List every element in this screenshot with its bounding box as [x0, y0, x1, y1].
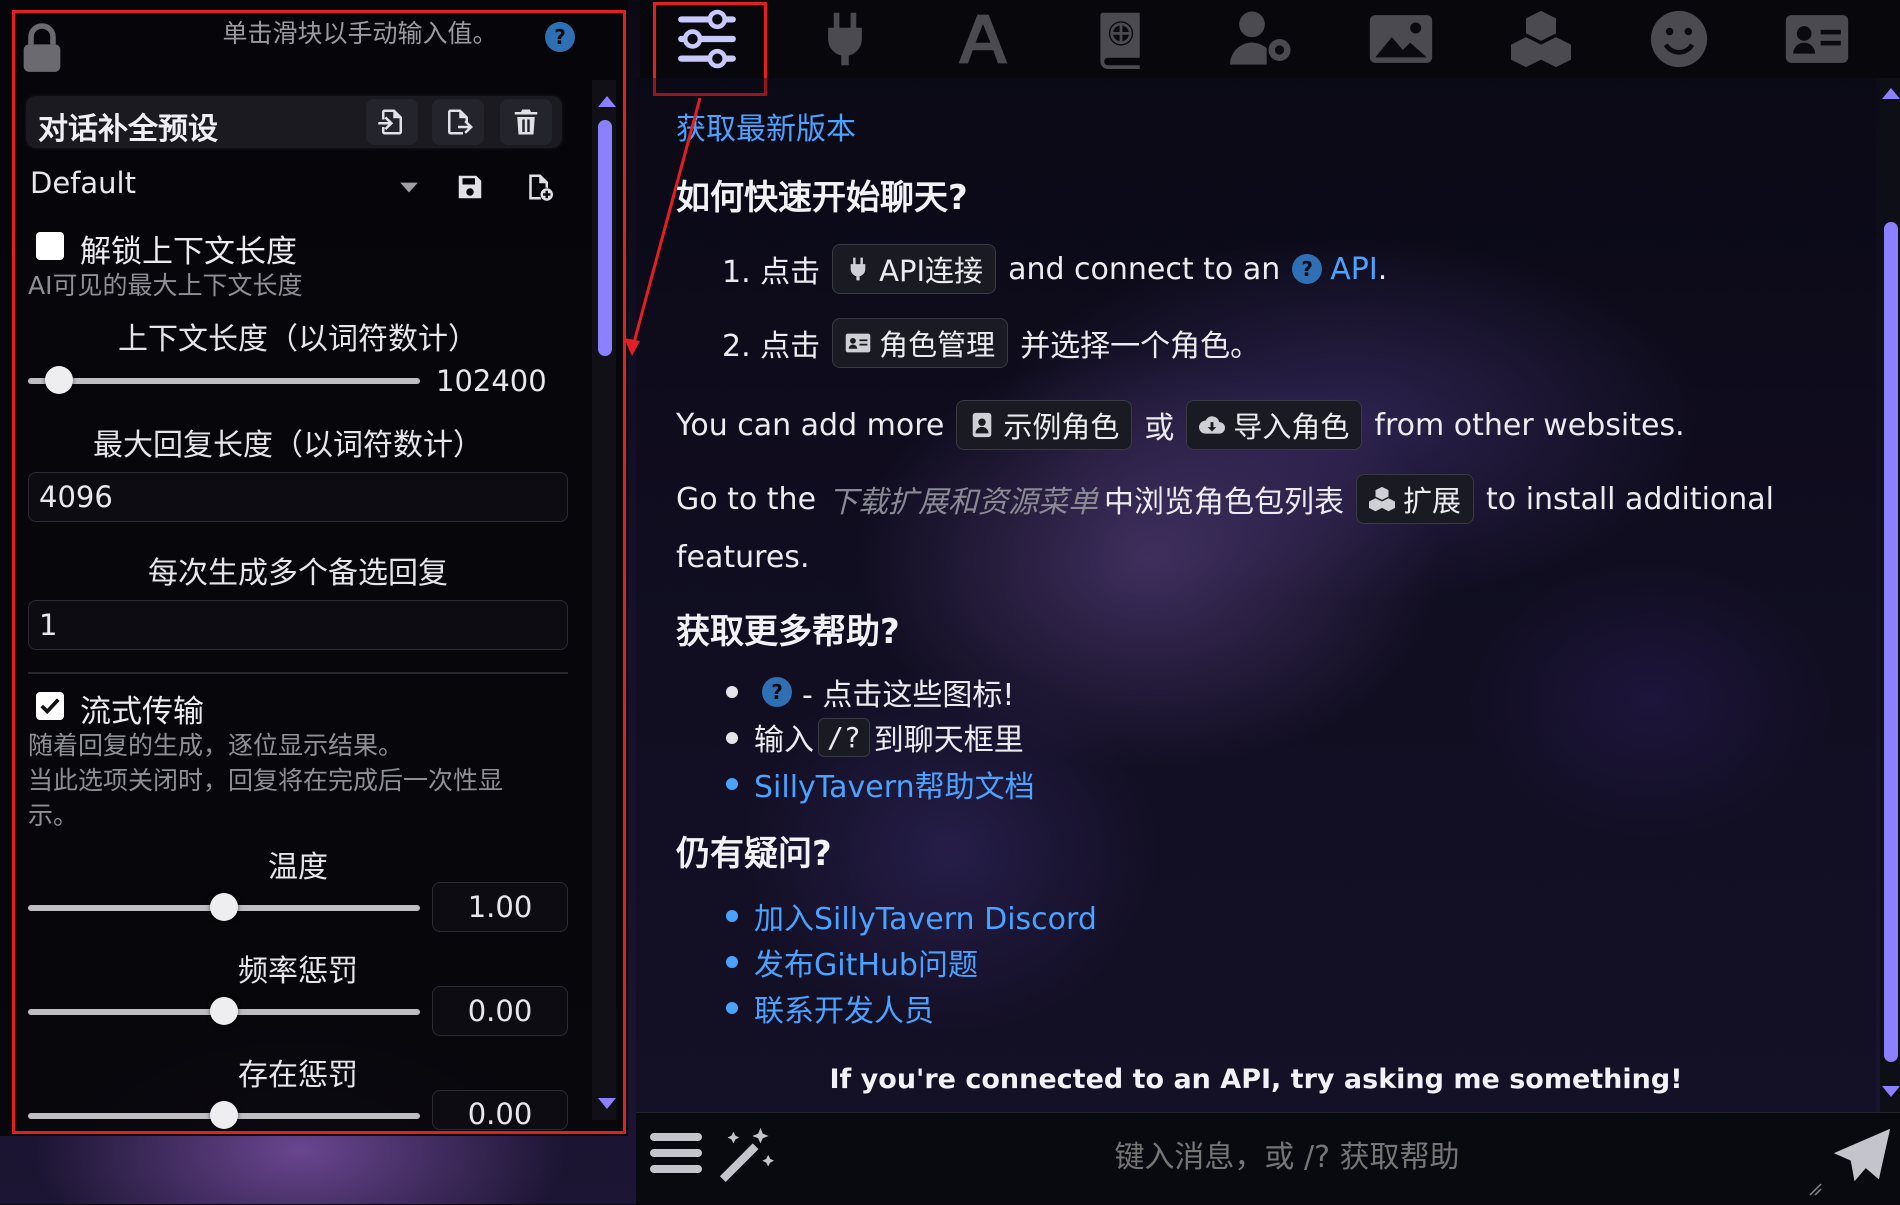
character-management-chip-label: 角色管理: [879, 328, 996, 362]
still-questions-heading: 仍有疑问?: [676, 834, 832, 874]
help-icon[interactable]: ?: [762, 677, 792, 707]
sample-characters-chip[interactable]: 示例角色: [956, 400, 1133, 450]
goto-suffix-line2: features.: [676, 540, 810, 575]
help-icon[interactable]: ?: [1292, 254, 1323, 284]
download-extensions-menu-text: 下载扩展和资源菜单: [828, 485, 1099, 520]
bullet: [726, 910, 738, 922]
message-input[interactable]: [760, 1126, 1814, 1188]
add-more-suffix: from other websites.: [1374, 407, 1685, 443]
help-bullet1-text: - 点击这些图标!: [802, 678, 1015, 713]
plug-icon: [850, 257, 866, 281]
bullet: [726, 778, 738, 790]
step1-end: .: [1377, 251, 1388, 287]
api-prompt-note: If you're connected to an API, try askin…: [829, 1064, 1683, 1095]
step1-middle-text: and connect to an: [1008, 251, 1281, 287]
bullet: [726, 1002, 738, 1014]
api-link[interactable]: API: [1330, 252, 1377, 287]
id-card-icon: [1785, 15, 1849, 63]
options-menu-icon[interactable]: [650, 1130, 702, 1176]
help-bullet2-suffix: 到聊天框里: [873, 723, 1024, 758]
bullet: [726, 956, 738, 968]
top-navbar: [640, 0, 1900, 78]
character-management-chip[interactable]: 角色管理: [832, 318, 1009, 368]
extensions-chip-label: 扩展: [1403, 484, 1462, 518]
slash-help-code: /?: [818, 717, 870, 757]
plug-icon: [828, 12, 862, 66]
chat-scroll-thumb[interactable]: [1884, 222, 1898, 1062]
book-globe-icon: [1100, 12, 1140, 69]
extensions-chip[interactable]: 扩展: [1356, 474, 1475, 524]
annotation-highlight-box: [12, 10, 626, 1134]
resize-handle-icon[interactable]: [1808, 1182, 1822, 1196]
formatting-nav-button[interactable]: [938, 6, 1028, 72]
user-settings-nav-button[interactable]: [1218, 6, 1308, 72]
persona-nav-button[interactable]: [1634, 6, 1724, 72]
id-badge-icon: [973, 412, 992, 438]
step1-prefix: 1. 点击: [722, 255, 821, 290]
cubes-icon: [1369, 486, 1396, 512]
goto-prefix: Go to the: [676, 481, 817, 517]
help-bullet2-prefix: 输入: [754, 723, 814, 758]
github-issue-link[interactable]: 发布GitHub问题: [754, 940, 978, 984]
sample-characters-chip-label: 示例角色: [1003, 410, 1120, 444]
api-connections-chip[interactable]: API连接: [832, 244, 997, 294]
id-card-icon: [845, 333, 871, 353]
contact-developers-link[interactable]: 联系开发人员: [754, 986, 934, 1030]
cloud-download-icon: [1199, 416, 1226, 434]
user-gear-icon: [1230, 11, 1291, 65]
smile-icon: [1650, 10, 1708, 68]
api-connections-chip-label: API连接: [879, 254, 984, 288]
or-text: 或: [1144, 411, 1175, 446]
goto-middle-text: 中浏览角色包列表: [1104, 485, 1345, 520]
bullet: [726, 686, 738, 698]
character-management-nav-button[interactable]: [1772, 6, 1862, 72]
goto-suffix: to install additional: [1486, 481, 1775, 517]
extensions-nav-button[interactable]: [1496, 6, 1586, 72]
bullet: [726, 732, 738, 744]
quick-start-heading: 如何快速开始聊天?: [676, 178, 968, 218]
send-icon[interactable]: [1832, 1126, 1892, 1184]
image-icon: [1369, 15, 1433, 63]
import-character-chip[interactable]: 导入角色: [1186, 400, 1363, 450]
get-latest-version-link[interactable]: 获取最新版本: [676, 104, 856, 148]
scroll-down-arrow[interactable]: [1882, 1086, 1900, 1097]
add-more-prefix: You can add more: [676, 407, 945, 443]
step2-suffix: 并选择一个角色。: [1020, 329, 1261, 364]
discord-link[interactable]: 加入SillyTavern Discord: [754, 894, 1097, 938]
scroll-up-arrow[interactable]: [1882, 88, 1900, 99]
cubes-icon: [1511, 10, 1571, 68]
api-connections-nav-button[interactable]: [800, 6, 890, 72]
step2-prefix: 2. 点击: [722, 329, 821, 364]
world-info-nav-button[interactable]: [1076, 6, 1166, 72]
sillytavern-docs-link[interactable]: SillyTavern帮助文档: [754, 762, 1035, 806]
backgrounds-nav-button[interactable]: [1356, 6, 1446, 72]
more-help-heading: 获取更多帮助?: [676, 612, 900, 652]
import-character-chip-label: 导入角色: [1233, 410, 1350, 444]
font-icon: [958, 14, 1008, 64]
